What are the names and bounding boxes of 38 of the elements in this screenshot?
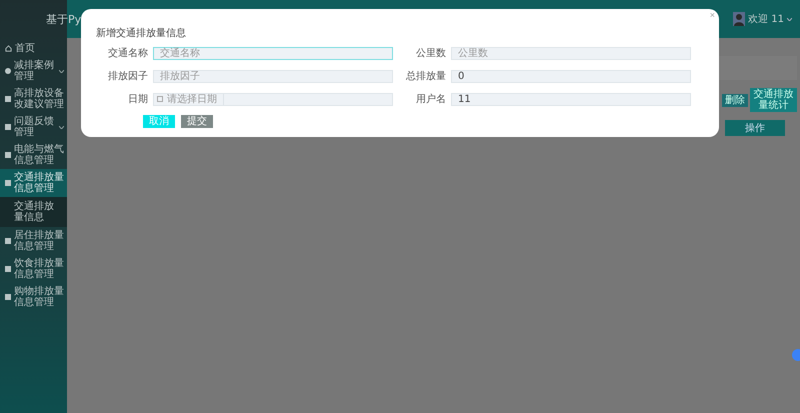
- column-header: 操作: [725, 120, 785, 136]
- field-label: 总排放量: [405, 70, 446, 83]
- dialog-title: 新增交通排放量信息: [96, 26, 186, 40]
- grid-icon: [5, 238, 11, 244]
- input-field[interactable]: 11: [451, 92, 691, 106]
- sidebar-item[interactable]: 减排案例管理: [0, 57, 67, 85]
- user-menu[interactable]: 欢迎 11: [748, 12, 784, 26]
- grid-icon: [5, 294, 11, 300]
- avatar-icon: [733, 12, 746, 26]
- grid-icon: [5, 180, 11, 186]
- sidebar-item[interactable]: 居住排放量信息管理: [0, 227, 67, 255]
- sidebar-item[interactable]: 首页: [0, 40, 67, 57]
- chevron-down-icon: [59, 126, 64, 128]
- home-icon: [5, 45, 12, 52]
- chevron-down-icon: [59, 70, 64, 72]
- toolbar-button[interactable]: 删除: [722, 94, 748, 106]
- sidebar-item[interactable]: 购物排放量信息管理: [0, 283, 67, 311]
- app-title: 基于Py: [46, 12, 82, 26]
- grid-icon: [5, 96, 11, 102]
- toolbar-button[interactable]: 交通排放量统计: [750, 88, 797, 112]
- calendar-icon: [157, 96, 163, 102]
- field-label: 交通名称: [107, 46, 148, 60]
- sidebar-item[interactable]: 交通排放量信息管理: [0, 169, 67, 197]
- sidebar-subitem[interactable]: 交通排放量信息: [0, 197, 67, 227]
- sidebar-item[interactable]: 高排放设备改建议管理: [0, 85, 67, 113]
- field-label: 公里数: [415, 47, 446, 60]
- sidebar-item[interactable]: 饮食排放量信息管理: [0, 255, 67, 283]
- grid-icon: [5, 266, 11, 272]
- grid-icon: [5, 152, 11, 158]
- input-field[interactable]: 0: [451, 70, 691, 82]
- sidebar-item[interactable]: 电能与燃气信息管理: [0, 141, 67, 169]
- field-label: 排放因子: [107, 70, 148, 83]
- chevron-down-icon: [787, 18, 792, 20]
- field-label: 日期: [127, 92, 148, 106]
- field-label: 用户名: [415, 92, 446, 106]
- sidebar-item[interactable]: 问题反馈管理: [0, 113, 67, 141]
- grid-icon: [5, 124, 11, 130]
- submit-button[interactable]: 提交: [181, 115, 213, 128]
